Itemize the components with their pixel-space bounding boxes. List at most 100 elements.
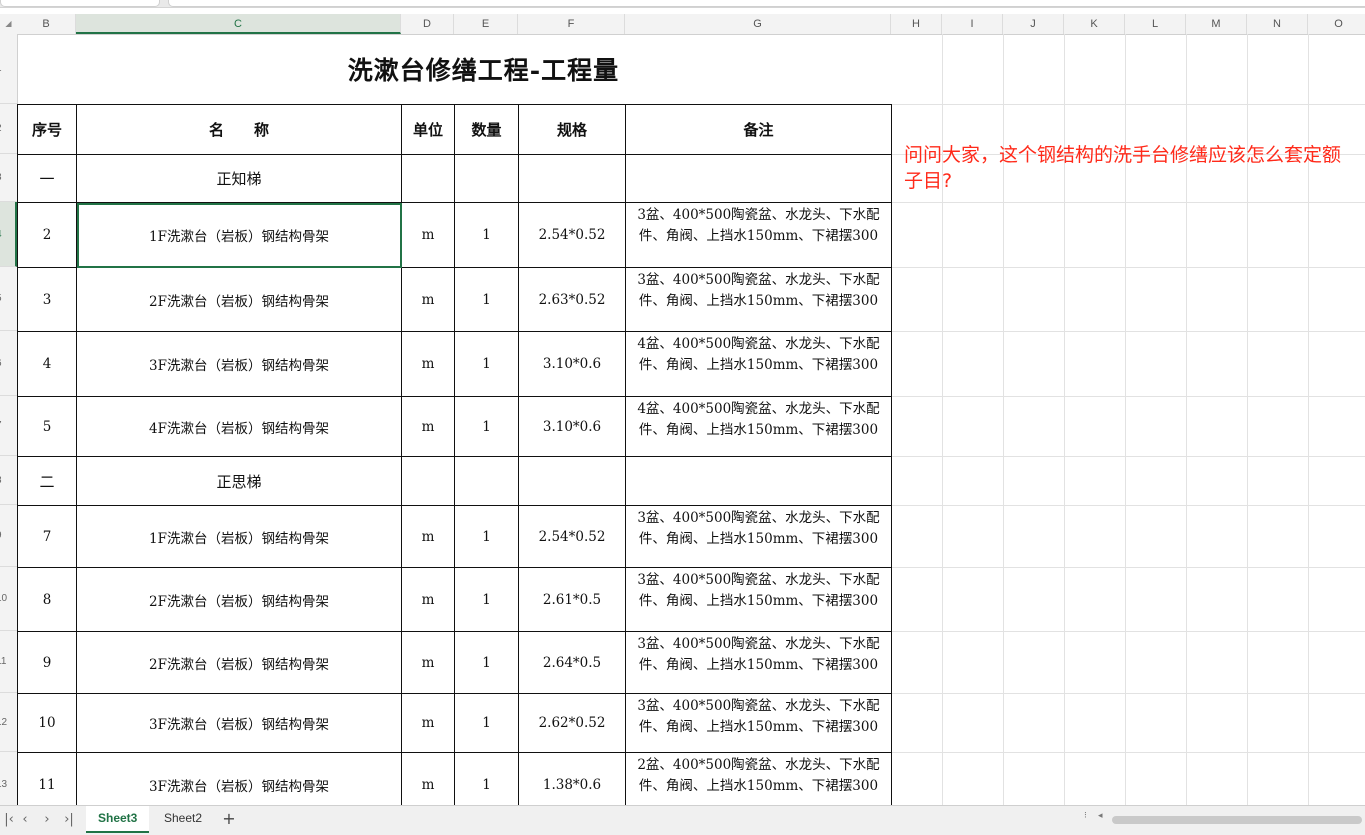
- cell-notes[interactable]: 2盆、400*500陶瓷盆、水龙头、下水配件、角阀、上挡水150mm、下裙摆30…: [625, 752, 892, 805]
- cell-notes[interactable]: 4盆、400*500陶瓷盆、水龙头、下水配件、角阀、上挡水150mm、下裙摆30…: [625, 396, 892, 457]
- cell-notes[interactable]: 3盆、400*500陶瓷盆、水龙头、下水配件、角阀、上挡水150mm、下裙摆30…: [625, 505, 892, 568]
- next-sheet-icon[interactable]: ›: [38, 811, 56, 829]
- header-name[interactable]: 名 称: [76, 104, 402, 155]
- row-header[interactable]: 3: [0, 154, 17, 202]
- cell-qty[interactable]: 1: [454, 331, 519, 397]
- cell-unit[interactable]: [401, 456, 455, 506]
- sheet-title[interactable]: 洗漱台修缮工程-工程量: [76, 34, 891, 104]
- window-tab[interactable]: [168, 0, 1365, 7]
- column-header[interactable]: H: [891, 14, 942, 34]
- select-all-corner[interactable]: ◢: [0, 14, 17, 34]
- cell-notes[interactable]: [625, 456, 892, 506]
- cell-seq[interactable]: 3: [17, 267, 77, 332]
- cell-seq[interactable]: 2: [17, 202, 77, 268]
- column-header[interactable]: K: [1064, 14, 1125, 34]
- row-header[interactable]: 4: [0, 202, 17, 267]
- horizontal-scrollbar[interactable]: [1112, 816, 1362, 824]
- tab-sheet2[interactable]: Sheet2: [152, 806, 214, 831]
- cell-seq[interactable]: 8: [17, 567, 77, 632]
- cell-name[interactable]: 1F洗漱台（岩板）钢结构骨架: [76, 202, 402, 268]
- cell-notes[interactable]: 3盆、400*500陶瓷盆、水龙头、下水配件、角阀、上挡水150mm、下裙摆30…: [625, 267, 892, 332]
- cell-qty[interactable]: 1: [454, 202, 519, 268]
- cell-notes[interactable]: 4盆、400*500陶瓷盆、水龙头、下水配件、角阀、上挡水150mm、下裙摆30…: [625, 331, 892, 397]
- cell-name[interactable]: 2F洗漱台（岩板）钢结构骨架: [76, 567, 402, 632]
- cell-unit[interactable]: m: [401, 202, 455, 268]
- cell-unit[interactable]: m: [401, 631, 455, 694]
- cell-notes[interactable]: [625, 154, 892, 203]
- last-sheet-icon[interactable]: ›|: [60, 811, 78, 829]
- column-header[interactable]: I: [942, 14, 1003, 34]
- cell-seq[interactable]: 4: [17, 331, 77, 397]
- cell-unit[interactable]: m: [401, 505, 455, 568]
- cell-qty[interactable]: 1: [454, 752, 519, 805]
- cell-unit[interactable]: m: [401, 693, 455, 753]
- row-header[interactable]: 12: [0, 693, 17, 752]
- column-header[interactable]: E: [454, 14, 518, 34]
- cell-seq[interactable]: 一: [17, 154, 77, 203]
- header-qty[interactable]: 数量: [454, 104, 519, 155]
- cell-notes[interactable]: 3盆、400*500陶瓷盆、水龙头、下水配件、角阀、上挡水150mm、下裙摆30…: [625, 631, 892, 694]
- row-header[interactable]: 13: [0, 752, 17, 805]
- cell-spec[interactable]: 3.10*0.6: [518, 396, 626, 457]
- cell-name[interactable]: 3F洗漱台（岩板）钢结构骨架: [76, 752, 402, 805]
- column-header[interactable]: C: [76, 14, 401, 34]
- cell-qty[interactable]: 1: [454, 567, 519, 632]
- cell-seq[interactable]: 9: [17, 631, 77, 694]
- row-header[interactable]: 10: [0, 567, 17, 631]
- cell-qty[interactable]: 1: [454, 396, 519, 457]
- add-sheet-button[interactable]: +: [219, 808, 239, 830]
- cell-qty[interactable]: [454, 456, 519, 506]
- column-header[interactable]: O: [1308, 14, 1365, 34]
- cell-name[interactable]: 正思梯: [76, 456, 402, 506]
- cell-spec[interactable]: 2.64*0.5: [518, 631, 626, 694]
- cell-seq[interactable]: 5: [17, 396, 77, 457]
- cell-notes[interactable]: 3盆、400*500陶瓷盆、水龙头、下水配件、角阀、上挡水150mm、下裙摆30…: [625, 693, 892, 753]
- cell-unit[interactable]: [401, 154, 455, 203]
- cell-unit[interactable]: m: [401, 331, 455, 397]
- cell-seq[interactable]: 7: [17, 505, 77, 568]
- column-header[interactable]: N: [1247, 14, 1308, 34]
- row-header[interactable]: 9: [0, 505, 17, 567]
- cell-spec[interactable]: 1.38*0.6: [518, 752, 626, 805]
- spreadsheet-grid[interactable]: 洗漱台修缮工程-工程量 序号 名 称 单位 数量 规格 备注 一正知梯 2 1F洗漱…: [17, 34, 1365, 805]
- cell-spec[interactable]: 2.54*0.52: [518, 202, 626, 268]
- tab-sheet3[interactable]: Sheet3: [86, 806, 150, 833]
- column-header[interactable]: B: [17, 14, 76, 34]
- cell-qty[interactable]: 1: [454, 267, 519, 332]
- cell-seq[interactable]: 二: [17, 456, 77, 506]
- column-header[interactable]: G: [625, 14, 891, 34]
- cell-spec[interactable]: 3.10*0.6: [518, 331, 626, 397]
- cell-name[interactable]: 3F洗漱台（岩板）钢结构骨架: [76, 693, 402, 753]
- cell-name[interactable]: 3F洗漱台（岩板）钢结构骨架: [76, 331, 402, 397]
- cell-qty[interactable]: 1: [454, 505, 519, 568]
- row-header[interactable]: 6: [0, 331, 17, 396]
- cell-name[interactable]: 4F洗漱台（岩板）钢结构骨架: [76, 396, 402, 457]
- cell-spec[interactable]: 2.61*0.5: [518, 567, 626, 632]
- column-header[interactable]: D: [401, 14, 454, 34]
- cell-seq[interactable]: 11: [17, 752, 77, 805]
- header-notes[interactable]: 备注: [625, 104, 892, 155]
- column-header[interactable]: L: [1125, 14, 1186, 34]
- header-unit[interactable]: 单位: [401, 104, 455, 155]
- row-header[interactable]: 11: [0, 631, 17, 693]
- cell-spec[interactable]: [518, 456, 626, 506]
- cell-spec[interactable]: [518, 154, 626, 203]
- header-seq[interactable]: 序号: [17, 104, 77, 155]
- row-header[interactable]: 5: [0, 267, 17, 331]
- cell-name[interactable]: 1F洗漱台（岩板）钢结构骨架: [76, 505, 402, 568]
- row-header[interactable]: 7: [0, 396, 17, 456]
- cell-name[interactable]: 2F洗漱台（岩板）钢结构骨架: [76, 631, 402, 694]
- cell-seq[interactable]: 10: [17, 693, 77, 753]
- cell-qty[interactable]: 1: [454, 631, 519, 694]
- cell-notes[interactable]: 3盆、400*500陶瓷盆、水龙头、下水配件、角阀、上挡水150mm、下裙摆30…: [625, 202, 892, 268]
- cell-spec[interactable]: 2.62*0.52: [518, 693, 626, 753]
- cell-unit[interactable]: m: [401, 267, 455, 332]
- cell-unit[interactable]: m: [401, 396, 455, 457]
- row-header[interactable]: 1: [0, 34, 17, 104]
- header-spec[interactable]: 规格: [518, 104, 626, 155]
- column-header[interactable]: M: [1186, 14, 1247, 34]
- cell-unit[interactable]: m: [401, 567, 455, 632]
- question-comment[interactable]: 问问大家，这个钢结构的洗手台修缮应该怎么套定额子目?: [904, 142, 1344, 194]
- cell-name[interactable]: 正知梯: [76, 154, 402, 203]
- cell-name[interactable]: 2F洗漱台（岩板）钢结构骨架: [76, 267, 402, 332]
